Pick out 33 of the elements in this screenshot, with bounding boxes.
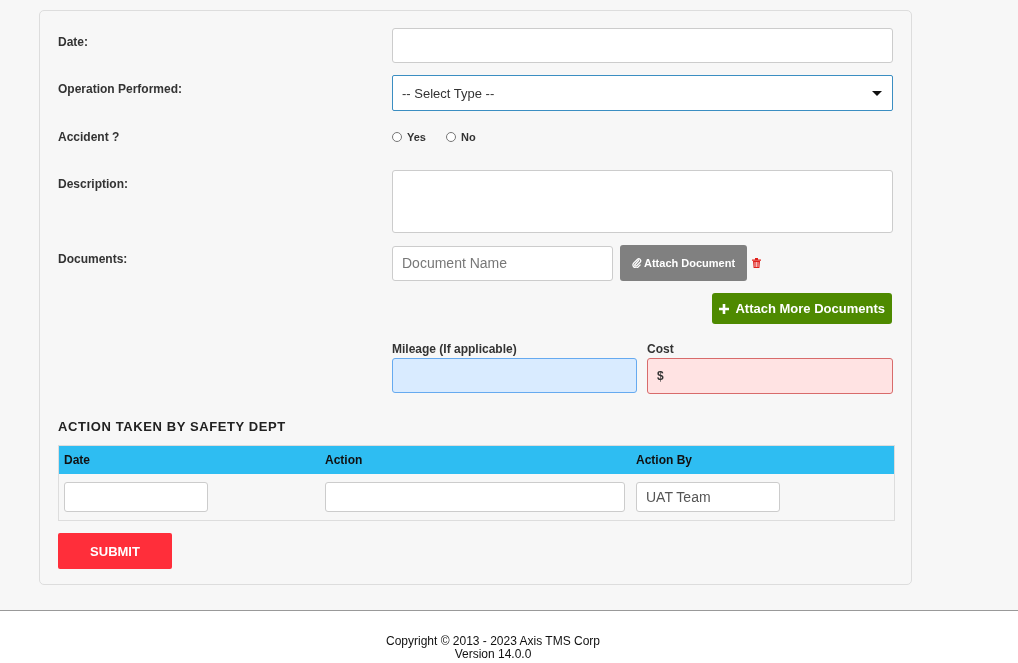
type-dropdown[interactable]: -- Select Type -- — [392, 75, 893, 111]
radio-label: Yes — [407, 131, 426, 143]
paperclip-icon — [632, 258, 642, 268]
attach-document-button[interactable]: Attach Document — [620, 245, 748, 281]
table-input-field[interactable] — [325, 482, 625, 512]
column-header: Action — [324, 453, 364, 467]
description-field[interactable] — [392, 170, 893, 233]
field-label: Operation Performed: — [58, 81, 184, 96]
table-input-field[interactable]: UAT Team — [636, 482, 780, 512]
plus-icon — [719, 303, 730, 314]
date-field[interactable] — [392, 28, 893, 63]
column-header: Date — [63, 453, 91, 467]
field-label: Date: — [58, 34, 89, 49]
cost-field[interactable]: $ — [647, 358, 893, 394]
table-input-field[interactable] — [64, 482, 208, 512]
field-label: Documents: — [58, 251, 129, 266]
trash-icon[interactable] — [752, 258, 762, 268]
field-label: Accident ? — [58, 129, 121, 144]
radio-button[interactable] — [445, 132, 456, 142]
field-label: Mileage (If applicable) — [392, 342, 518, 356]
version-text: Version 14.0.0 — [454, 648, 532, 661]
field-label: Cost — [647, 342, 675, 356]
submit-button[interactable]: SUBMIT — [58, 533, 172, 569]
column-header: Action By — [635, 453, 693, 467]
radio-button[interactable] — [392, 132, 402, 142]
radio-label: No — [460, 131, 476, 143]
copyright-text: Copyright © 2013 - 2023 Axis TMS Corp — [385, 635, 601, 648]
section-title: ACTION TAKEN BY SAFETY DEPT — [58, 419, 287, 434]
caret-icon — [872, 90, 882, 96]
attach-more-button[interactable]: Attach More Documents — [712, 293, 892, 324]
field-label: Description: — [58, 176, 129, 191]
mileage-field[interactable] — [392, 358, 637, 393]
document-name-field[interactable]: Document Name — [392, 245, 613, 281]
